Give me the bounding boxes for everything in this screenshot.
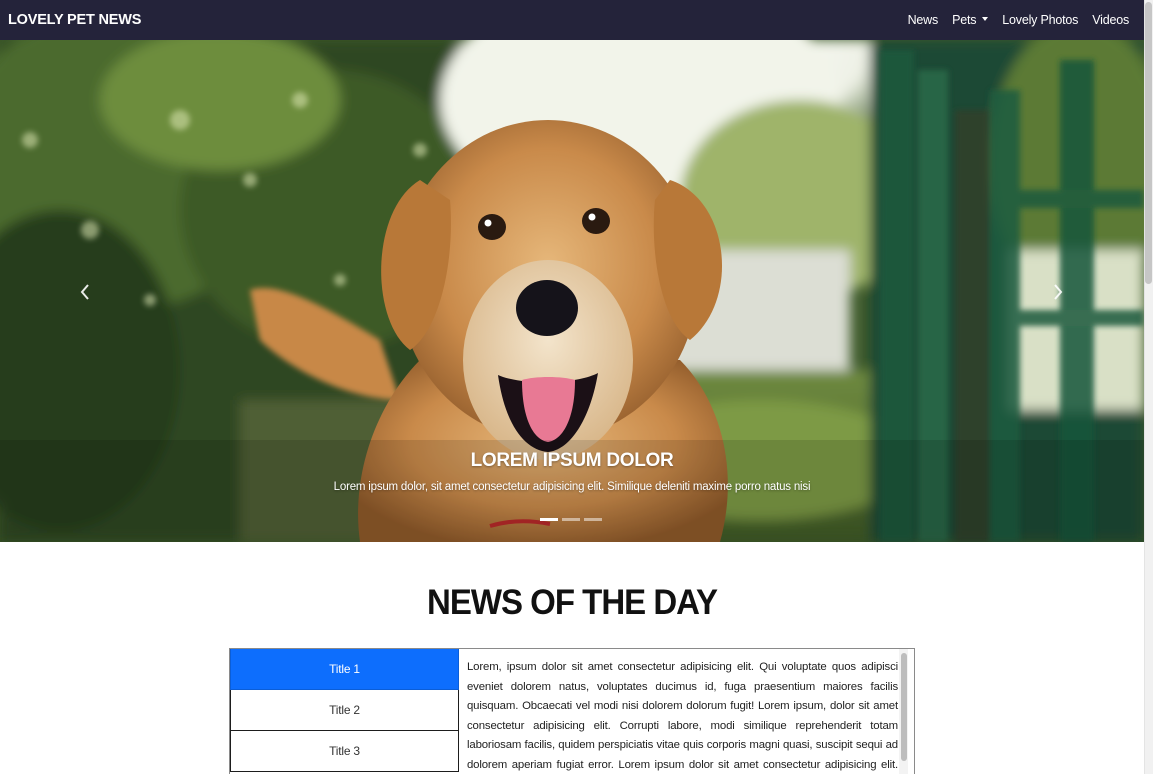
nav-link-lovely-photos[interactable]: Lovely Photos xyxy=(995,13,1085,27)
carousel-indicators xyxy=(540,518,602,521)
carousel-prev-button[interactable] xyxy=(75,280,95,304)
brand-logo[interactable]: LOVELY PET NEWS xyxy=(8,12,141,28)
news-tabs: Title 1 Title 2 Title 3 Lorem, ipsum dol… xyxy=(229,648,915,774)
news-panel-text: Lorem, ipsum dolor sit amet consectetur … xyxy=(467,661,898,771)
top-navbar: LOVELY PET NEWS News Pets Lovely Photos … xyxy=(0,0,1144,40)
chevron-right-icon xyxy=(1054,284,1063,300)
caret-down-icon xyxy=(982,17,989,21)
carousel-next-button[interactable] xyxy=(1048,280,1068,304)
carousel-indicator-2[interactable] xyxy=(562,518,580,521)
news-tab-panel: Lorem, ipsum dolor sit amet consectetur … xyxy=(459,649,908,774)
carousel-caption-title: LOREM IPSUM DOLOR xyxy=(470,450,674,471)
nav-links: News Pets Lovely Photos Videos xyxy=(901,13,1136,27)
carousel-indicator-1[interactable] xyxy=(540,518,558,521)
nav-link-videos[interactable]: Videos xyxy=(1085,13,1136,27)
nav-link-label: Pets xyxy=(952,13,977,27)
panel-scrollbar-thumb[interactable] xyxy=(901,653,907,761)
nav-link-label: News xyxy=(907,13,939,27)
tab-title-3[interactable]: Title 3 xyxy=(230,731,459,772)
nav-link-news[interactable]: News xyxy=(901,13,945,27)
nav-link-label: Lovely Photos xyxy=(1002,13,1079,27)
chevron-left-icon xyxy=(80,284,89,300)
hero-carousel: LOREM IPSUM DOLOR Lorem ipsum dolor, sit… xyxy=(0,40,1144,542)
tab-title-2[interactable]: Title 2 xyxy=(230,690,459,731)
carousel-caption-text: Lorem ipsum dolor, sit amet consectetur … xyxy=(333,481,811,493)
nav-link-label: Videos xyxy=(1092,13,1129,27)
news-tab-list: Title 1 Title 2 Title 3 xyxy=(230,649,459,774)
tab-title-1[interactable]: Title 1 xyxy=(230,649,459,690)
panel-scrollbar[interactable] xyxy=(899,649,908,774)
news-section-heading: NEWS OF THE DAY xyxy=(427,581,718,622)
page-scrollbar-thumb[interactable] xyxy=(1145,2,1152,284)
carousel-indicator-3[interactable] xyxy=(584,518,602,521)
nav-link-pets-dropdown[interactable]: Pets xyxy=(945,13,995,27)
